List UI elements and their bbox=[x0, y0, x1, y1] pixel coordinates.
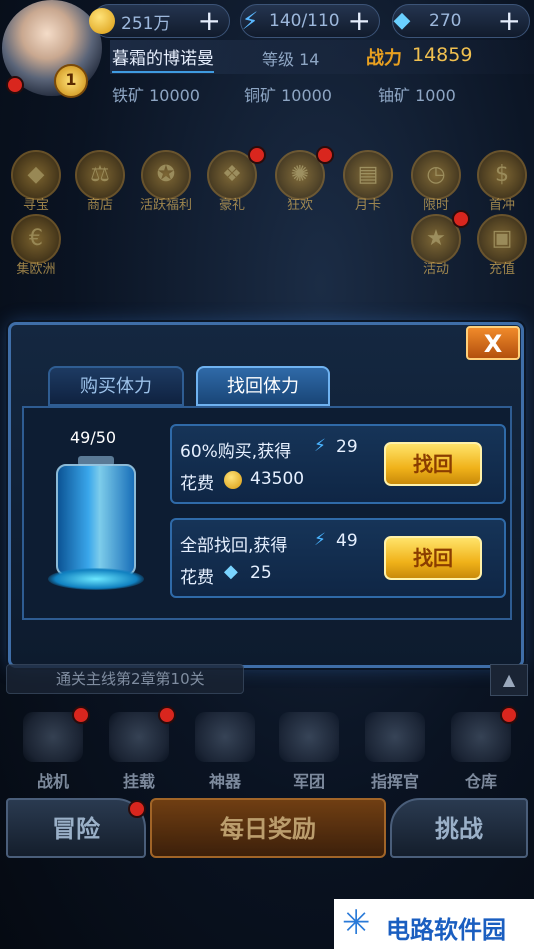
recover-button-partial[interactable]: 找回 bbox=[384, 442, 482, 486]
gold-coin-icon bbox=[224, 471, 242, 489]
nav-gem[interactable]: 神器 bbox=[186, 712, 264, 791]
option2-title: 全部找回,获得 bbox=[180, 536, 288, 556]
function-card[interactable]: ▤ 月卡 bbox=[340, 150, 396, 220]
player-level: 等级 14 bbox=[262, 50, 320, 69]
function-label: 首冲 bbox=[488, 198, 515, 213]
option1-gain: 29 bbox=[336, 437, 358, 457]
diamond-icon: ◆ bbox=[393, 8, 411, 33]
uranium-ore: 铀矿 1000 bbox=[378, 86, 456, 105]
player-name: 暮霜的博诺曼 bbox=[112, 44, 214, 73]
tab-buy-stamina[interactable]: 购买体力 bbox=[48, 366, 184, 406]
diamond-resource: ◆ 270 + bbox=[392, 4, 530, 38]
mission-text: 通关主线第2章第10关 bbox=[56, 670, 205, 688]
watermark-text: 电路软件园 bbox=[386, 916, 506, 944]
diamond-icon: ◆ bbox=[224, 561, 238, 582]
adventure-button[interactable]: 冒险 bbox=[6, 798, 146, 858]
challenge-button[interactable]: 挑战 bbox=[390, 798, 528, 858]
reward-icon: ✪ bbox=[141, 150, 191, 200]
notification-dot bbox=[452, 210, 470, 228]
tab-recover-stamina[interactable]: 找回体力 bbox=[196, 366, 330, 406]
function-scale[interactable]: ⚖ 商店 bbox=[72, 150, 128, 220]
vip-badge: 1 bbox=[54, 64, 88, 98]
function-money[interactable]: $ 首冲 bbox=[474, 150, 530, 220]
notification-dot bbox=[128, 800, 146, 818]
function-label: 豪礼 bbox=[218, 198, 245, 213]
option2-cost: 25 bbox=[250, 563, 272, 583]
nav-label: 军团 bbox=[292, 772, 325, 791]
diamond-amount: 270 bbox=[429, 11, 462, 31]
scale-icon: ⚖ bbox=[75, 150, 125, 200]
recover-button-full[interactable]: 找回 bbox=[384, 536, 482, 580]
nav-label: 挂载 bbox=[122, 772, 155, 791]
option2-gain: 49 bbox=[336, 531, 358, 551]
notification-dot bbox=[500, 706, 518, 724]
notification-dot bbox=[158, 706, 176, 724]
expand-icon[interactable]: ▲ bbox=[490, 664, 528, 696]
power-label: 战力 bbox=[366, 48, 402, 69]
notification-dot bbox=[6, 76, 24, 94]
gold-amount: 251万 bbox=[121, 13, 171, 34]
notification-dot bbox=[72, 706, 90, 724]
nav-label: 神器 bbox=[208, 772, 241, 791]
commander-icon bbox=[365, 712, 425, 762]
energy-resource: ⚡ 140/110 + bbox=[240, 4, 380, 38]
power-value: 14859 bbox=[412, 44, 473, 66]
function-label: 限时 bbox=[422, 198, 449, 213]
function-reward[interactable]: ✪ 活跃福利 bbox=[138, 150, 194, 220]
function-label: 活动 bbox=[422, 262, 449, 277]
copper-ore: 铜矿 10000 bbox=[244, 86, 332, 105]
gold-coin-icon bbox=[89, 8, 115, 34]
function-label: 活跃福利 bbox=[139, 198, 192, 213]
function-label: 集欧洲 bbox=[16, 262, 56, 277]
energy-amount: 140/110 bbox=[269, 11, 340, 31]
gold-resource: 251万 + bbox=[89, 4, 230, 38]
lightning-icon: ⚡ bbox=[314, 436, 326, 456]
function-label: 商店 bbox=[86, 198, 113, 213]
recharge-icon: ▣ bbox=[477, 214, 527, 264]
money-icon: $ bbox=[477, 150, 527, 200]
notification-dot bbox=[316, 146, 334, 164]
lightning-icon: ⚡ bbox=[241, 7, 259, 35]
watermark: ✳ 电路软件园 bbox=[334, 899, 534, 949]
function-label: 充值 bbox=[488, 262, 515, 277]
function-label: 寻宝 bbox=[22, 198, 49, 213]
gem-icon bbox=[195, 712, 255, 762]
card-icon: ▤ bbox=[343, 150, 393, 200]
function-recharge[interactable]: ▣ 充值 bbox=[474, 214, 530, 284]
option1-cost: 43500 bbox=[250, 469, 305, 489]
nav-legion[interactable]: 军团 bbox=[270, 712, 348, 791]
function-treasure[interactable]: ◆ 寻宝 bbox=[8, 150, 64, 220]
stamina-count: 49/50 bbox=[70, 428, 117, 447]
legion-icon bbox=[279, 712, 339, 762]
add-energy-button[interactable]: + bbox=[348, 7, 371, 35]
function-clock[interactable]: ◷ 限时 bbox=[408, 150, 464, 220]
option1-title: 60%购买,获得 bbox=[180, 442, 292, 462]
nav-label: 仓库 bbox=[464, 772, 497, 791]
function-label: 月卡 bbox=[354, 198, 381, 213]
function-euro[interactable]: € 集欧洲 bbox=[8, 214, 64, 284]
daily-reward-button[interactable]: 每日奖励 bbox=[150, 798, 386, 858]
nav-commander[interactable]: 指挥官 bbox=[356, 712, 434, 791]
close-button[interactable]: X bbox=[466, 326, 520, 360]
add-diamond-button[interactable]: + bbox=[498, 7, 521, 35]
option1-cost-label: 花费 bbox=[180, 474, 214, 494]
battery-icon bbox=[48, 456, 144, 592]
nav-label: 指挥官 bbox=[370, 772, 419, 791]
lightning-icon: ⚡ bbox=[314, 530, 326, 550]
logo-icon: ✳ bbox=[342, 903, 371, 943]
treasure-icon: ◆ bbox=[11, 150, 61, 200]
euro-icon: € bbox=[11, 214, 61, 264]
option2-cost-label: 花费 bbox=[180, 568, 214, 588]
notification-dot bbox=[248, 146, 266, 164]
add-gold-button[interactable]: + bbox=[198, 7, 221, 35]
clock-icon: ◷ bbox=[411, 150, 461, 200]
nav-label: 战机 bbox=[36, 772, 69, 791]
iron-ore: 铁矿 10000 bbox=[112, 86, 200, 105]
function-label: 狂欢 bbox=[286, 198, 313, 213]
